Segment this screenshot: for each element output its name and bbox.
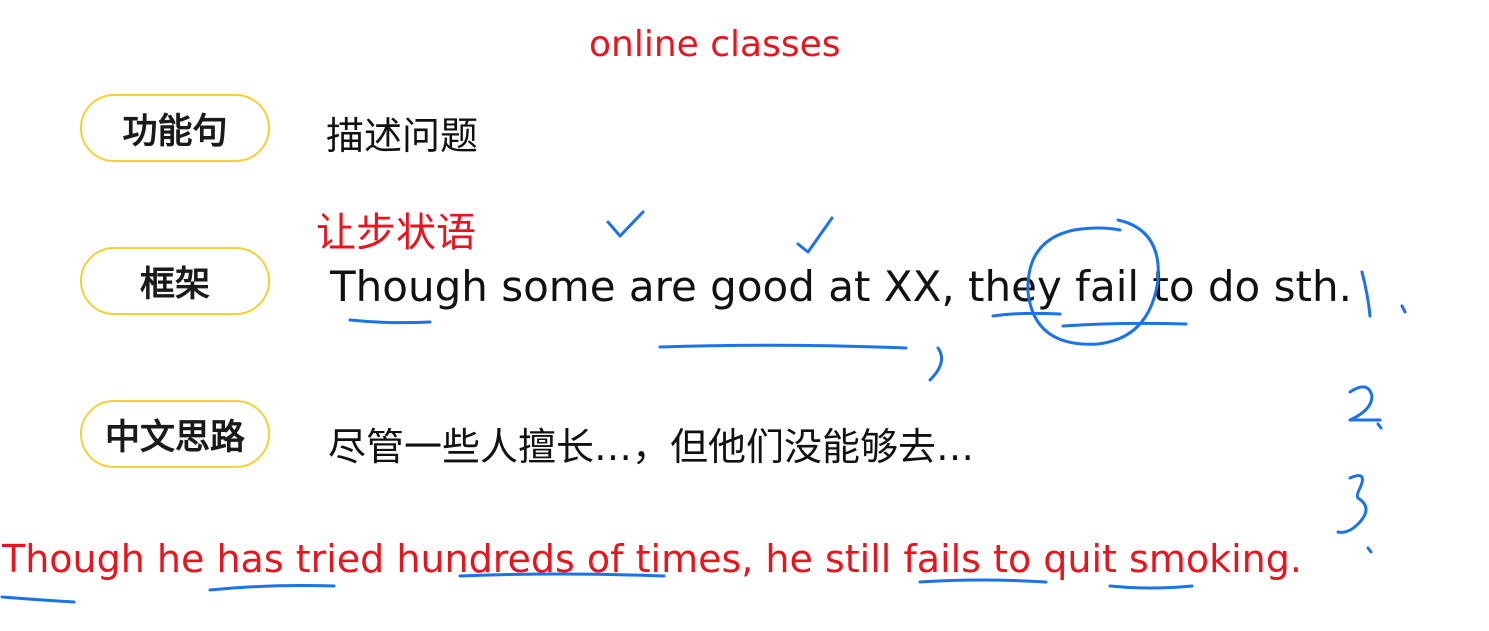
dot-three [1366,546,1373,554]
numeral-two [1348,385,1382,422]
page-title: online classes [589,24,841,65]
annotation-label: 让步状语 [316,210,476,256]
underline-ex-though [0,595,76,604]
dot-one [1400,304,1407,314]
dot-two [1376,422,1383,430]
check-mark-1 [606,210,645,238]
numeral-one [1360,270,1372,318]
chinese-approach-text: 尽管一些人擅长…，但他们没能够去… [328,425,975,469]
example-sentence: Though he has tried hundreds of times, h… [2,537,1302,581]
underline-they [991,311,1062,318]
underline-good-at [658,343,908,350]
tag-function-sentence: 功能句 [80,94,270,162]
tag-framework: 框架 [80,247,270,315]
underline-smoking [1108,584,1194,590]
check-mark-2 [796,216,834,254]
function-sentence-text: 描述问题 [326,114,479,158]
numeral-three [1336,474,1368,534]
underline-fail-to [1061,321,1188,328]
framework-sentence: Though some are good at XX, they fail to… [330,262,1352,311]
underline-has-tried [208,584,336,592]
bracket-mark [928,346,944,382]
underline-though [348,318,432,325]
tag-chinese-approach: 中文思路 [80,400,270,468]
